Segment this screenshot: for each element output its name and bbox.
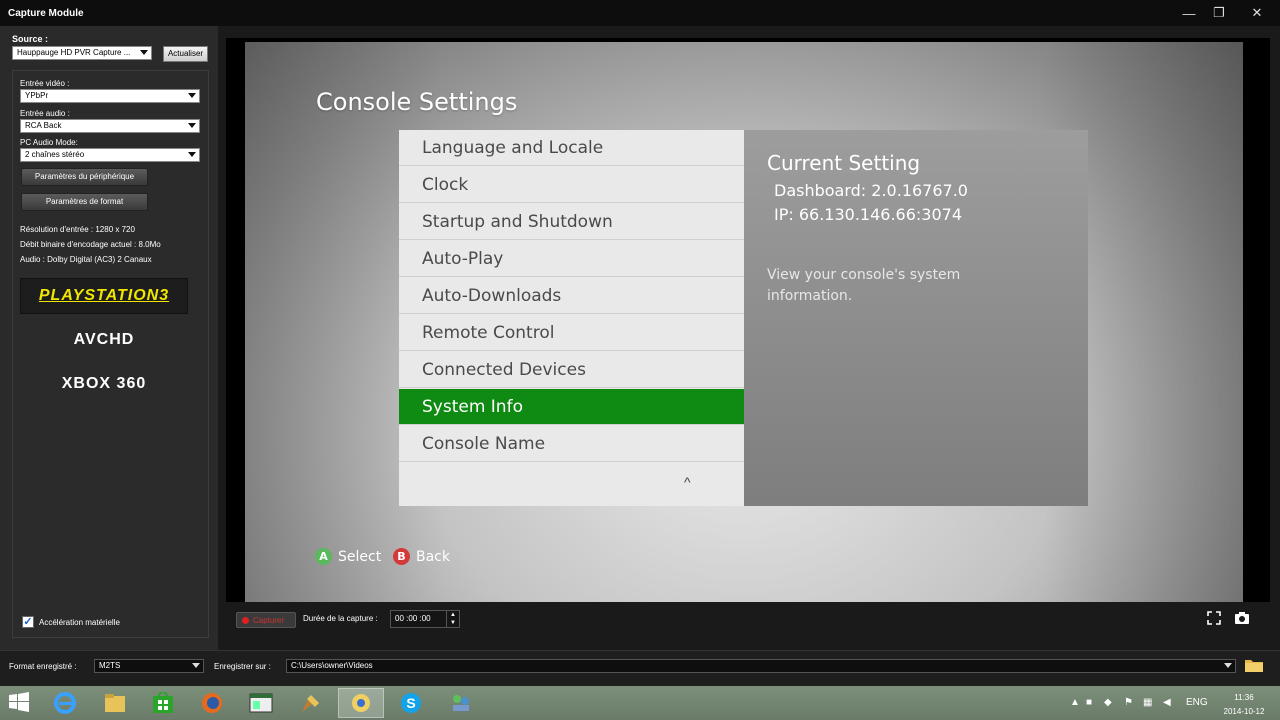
save-path-value: C:\Users\owner\Videos <box>291 661 373 670</box>
duration-value: 00 :00 :00 <box>395 614 431 623</box>
firefox-icon[interactable] <box>189 688 235 718</box>
dashboard-version: Dashboard: 2.0.16767.0 <box>774 181 968 200</box>
pc-audio-value: 2 chaînes stéréo <box>25 150 85 159</box>
minimize-button[interactable]: — <box>1174 0 1204 26</box>
windows-start-icon[interactable] <box>8 692 32 714</box>
hint-select-label: Select <box>338 548 382 565</box>
format-value: M2TS <box>99 661 121 670</box>
chevron-down-icon <box>188 93 196 98</box>
network-app-icon[interactable] <box>438 688 484 718</box>
video-input-value: YPbPr <box>25 91 49 100</box>
format-label: Format enregistré : <box>9 662 77 671</box>
record-icon <box>242 616 249 624</box>
fullscreen-icon[interactable] <box>1206 611 1222 627</box>
source-select-value: Hauppauge HD PVR Capture ... <box>17 48 131 57</box>
duration-field[interactable]: 00 :00 :00 ▲ ▼ <box>390 610 460 628</box>
current-setting-title: Current Setting <box>767 151 921 175</box>
window-app-icon[interactable] <box>238 688 284 718</box>
menu-item-active[interactable]: System Info <box>399 389 744 425</box>
duration-stepper[interactable]: ▲ ▼ <box>446 611 459 627</box>
audio-input-value: RCA Back <box>25 121 62 130</box>
hint-back-label: Back <box>416 548 450 565</box>
source-select[interactable]: Hauppauge HD PVR Capture ... <box>12 46 152 60</box>
preset-playstation3[interactable]: PLAYSTATION3 <box>20 278 188 314</box>
clock-date: 2014-10-12 <box>1223 707 1265 716</box>
setting-description: View your console's system information. <box>767 267 961 304</box>
taskbar-clock[interactable]: 11:36 2014-10-12 <box>1212 691 1276 719</box>
hint-select: A Select <box>315 548 381 565</box>
preset-avchd[interactable]: AVCHD <box>20 322 188 358</box>
chevron-down-icon <box>188 152 196 157</box>
store-icon[interactable] <box>140 688 186 718</box>
tray-app-icon[interactable]: ■ <box>1086 697 1092 708</box>
scroll-up-icon: ^ <box>684 474 691 490</box>
bitrate-info: Débit binaire d'encodage actuel : 8.0Mo <box>20 240 161 249</box>
video-input-label: Entrée vidéo : <box>20 79 70 88</box>
window-titlebar: Capture Module — ❐ ✕ <box>0 0 1280 26</box>
audio-input-label: Entrée audio : <box>20 109 70 118</box>
console-title: Console Settings <box>316 88 518 116</box>
language-indicator[interactable]: ENG <box>1186 697 1208 708</box>
menu-item[interactable]: Language and Locale <box>399 130 744 166</box>
b-button-icon: B <box>393 548 410 565</box>
ip-address: IP: 66.130.146.66:3074 <box>774 205 963 224</box>
clock-time: 11:36 <box>1234 693 1254 702</box>
menu-item[interactable]: Startup and Shutdown <box>399 204 744 240</box>
pc-audio-label: PC Audio Mode: <box>20 138 78 147</box>
source-label: Source : <box>12 34 49 44</box>
capture-button[interactable]: Capturer <box>236 612 296 628</box>
audio-input-select[interactable]: RCA Back <box>20 119 200 133</box>
chevron-down-icon <box>188 123 196 128</box>
close-button[interactable]: ✕ <box>1234 0 1280 26</box>
menu-item[interactable]: Auto-Play <box>399 241 744 277</box>
console-menu: Language and Locale Clock Startup and Sh… <box>399 130 744 506</box>
duration-label: Durée de la capture : <box>303 614 378 623</box>
menu-item[interactable]: Auto-Downloads <box>399 278 744 314</box>
format-select[interactable]: M2TS <box>94 659 204 673</box>
pc-audio-select[interactable]: 2 chaînes stéréo <box>20 148 200 162</box>
chevron-down-icon <box>1224 663 1232 668</box>
camera-icon[interactable] <box>1234 611 1250 627</box>
capture-label: Capturer <box>253 615 285 625</box>
a-button-icon: A <box>315 548 332 565</box>
chevron-down-icon <box>192 663 200 668</box>
video-input-select[interactable]: YPbPr <box>20 89 200 103</box>
hint-back: B Back <box>393 548 450 565</box>
folder-icon[interactable] <box>1244 657 1264 673</box>
save-location-label: Enregistrer sur : <box>214 662 271 671</box>
preset-xbox360[interactable]: XBOX 360 <box>20 366 188 402</box>
format-params-button[interactable]: Paramètres de format <box>21 193 148 211</box>
device-params-button[interactable]: Paramètres du périphérique <box>21 168 148 186</box>
menu-item[interactable]: Remote Control <box>399 315 744 351</box>
menu-item[interactable]: Console Name <box>399 426 744 462</box>
tray-security-icon[interactable]: ◆ <box>1104 697 1112 708</box>
tray-expand-icon[interactable]: ▲ <box>1070 697 1080 708</box>
file-explorer-icon[interactable] <box>92 688 138 718</box>
menu-item[interactable]: Connected Devices <box>399 352 744 388</box>
volume-icon[interactable]: ◀ <box>1163 697 1171 708</box>
network-icon[interactable]: ▦ <box>1143 697 1152 708</box>
chevron-down-icon <box>140 50 148 55</box>
svg-text:S: S <box>406 695 415 711</box>
window-title: Capture Module <box>8 7 84 19</box>
preset-label: PLAYSTATION3 <box>38 287 170 304</box>
audio-info: Audio : Dolby Digital (AC3) 2 Canaux <box>20 255 152 264</box>
capture-app-icon[interactable] <box>338 688 384 718</box>
hw-accel-label: Accélération matérielle <box>39 617 120 627</box>
internet-explorer-icon[interactable] <box>42 688 88 718</box>
menu-item[interactable]: Clock <box>399 167 744 203</box>
resolution-info: Résolution d'entrée : 1280 x 720 <box>20 225 135 234</box>
paint-icon[interactable] <box>288 688 334 718</box>
skype-icon[interactable]: S <box>388 688 434 718</box>
flag-icon[interactable]: ⚑ <box>1124 697 1133 708</box>
restore-button[interactable]: ❐ <box>1204 0 1234 26</box>
hw-accel-checkbox[interactable]: ✓ <box>22 616 34 628</box>
refresh-button[interactable]: Actualiser <box>163 46 208 62</box>
hw-accel-row[interactable]: ✓ Accélération matérielle <box>22 616 120 628</box>
save-path-select[interactable]: C:\Users\owner\Videos <box>286 659 1236 673</box>
